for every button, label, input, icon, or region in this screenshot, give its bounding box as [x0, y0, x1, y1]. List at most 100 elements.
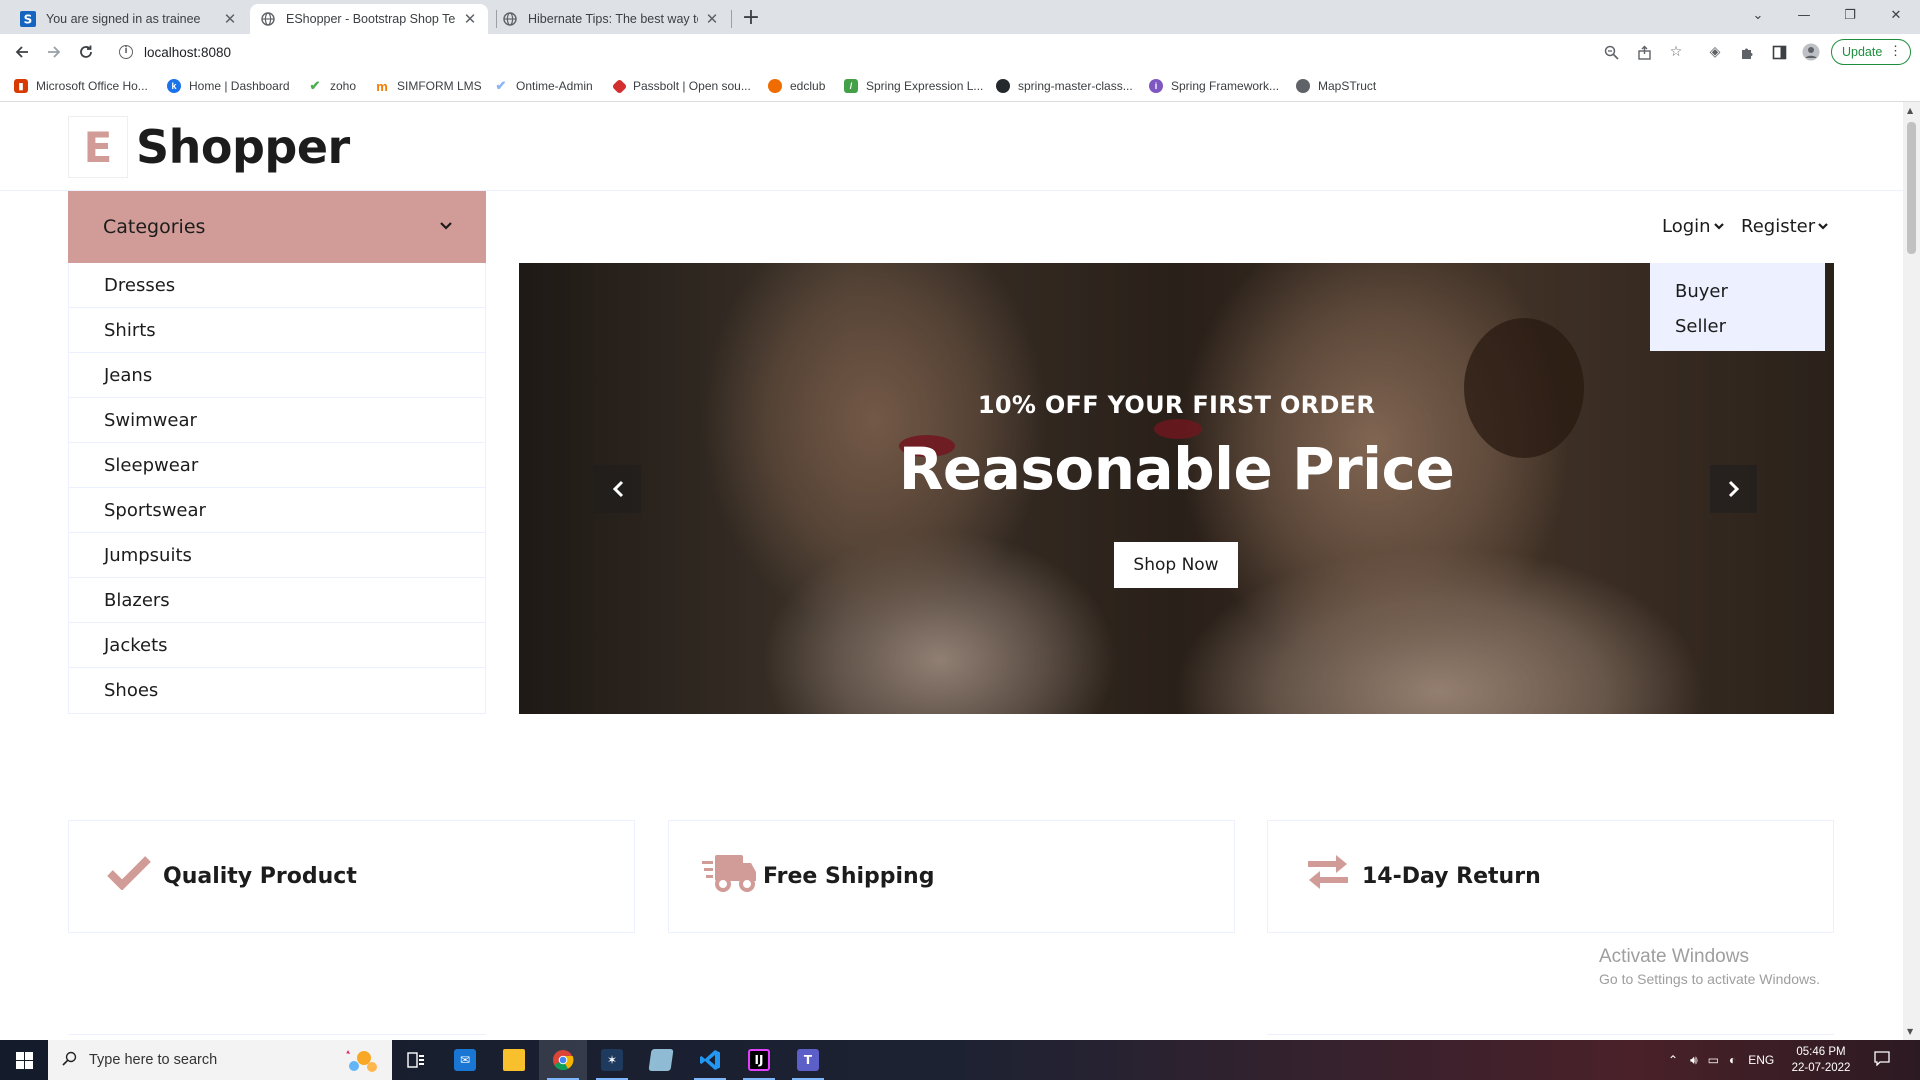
register-buyer-option[interactable]: Buyer — [1650, 277, 1825, 312]
teams-icon[interactable]: T — [784, 1040, 832, 1080]
new-tab-button[interactable]: + — [738, 6, 764, 32]
address-bar[interactable]: i localhost:8080 — [110, 37, 1595, 67]
side-panel-icon[interactable] — [1769, 42, 1789, 62]
category-link[interactable]: Blazers — [69, 578, 485, 623]
activate-windows-watermark: Activate Windows Go to Settings to activ… — [1599, 946, 1820, 987]
bookmark-label: Microsoft Office Ho... — [36, 79, 148, 93]
category-link[interactable]: Sleepwear — [69, 443, 485, 488]
bookmark-item[interactable]: / Spring Expression L... — [844, 77, 983, 95]
page-scrollbar[interactable]: ▲ ▼ — [1903, 102, 1920, 1040]
shop-now-button[interactable]: Shop Now — [1114, 542, 1238, 588]
bookmark-label: MapSTruct — [1318, 79, 1377, 93]
category-link[interactable]: Shirts — [69, 308, 485, 353]
close-window-icon[interactable]: ✕ — [1873, 0, 1919, 30]
tab-search-chevron-icon[interactable]: ⌄ — [1735, 0, 1781, 30]
bookmark-item[interactable]: ✔ zoho — [308, 77, 356, 95]
category-link[interactable]: Jumpsuits — [69, 533, 485, 578]
register-seller-option[interactable]: Seller — [1650, 312, 1825, 347]
share-icon[interactable] — [1634, 42, 1654, 62]
browser-tab[interactable]: S You are signed in as trainee ✕ — [10, 4, 248, 34]
category-link[interactable]: Dresses — [69, 263, 485, 308]
bookmark-label: spring-master-class... — [1018, 79, 1133, 93]
profile-avatar-icon[interactable] — [1801, 42, 1821, 62]
weather-icon[interactable]: ◐ — [1729, 1053, 1736, 1067]
caret-down-icon — [1713, 220, 1724, 233]
forward-arrow-icon[interactable] — [42, 40, 66, 64]
globe-icon — [1296, 79, 1310, 93]
browser-tab-active[interactable]: EShopper - Bootstrap Shop Temp ✕ — [250, 4, 488, 34]
scroll-up-icon[interactable]: ▲ — [1907, 106, 1913, 115]
notepad-icon[interactable] — [637, 1040, 685, 1080]
close-tab-icon[interactable]: ✕ — [462, 10, 478, 28]
restore-icon[interactable]: ❐ — [1827, 0, 1873, 30]
bookmark-item[interactable]: k Home | Dashboard — [167, 77, 290, 95]
categories-toggle[interactable]: Categories — [68, 191, 486, 263]
chevron-down-icon — [440, 219, 452, 233]
globe-icon — [260, 11, 276, 27]
browser-tab[interactable]: Hibernate Tips: The best way to r ✕ — [492, 4, 730, 34]
chrome-icon[interactable] — [539, 1040, 587, 1080]
update-label: Update — [1842, 45, 1883, 59]
scrollbar-thumb[interactable] — [1907, 122, 1916, 254]
toad-app-icon[interactable]: ✶ — [588, 1040, 636, 1080]
hero-subtitle: 10% OFF YOUR FIRST ORDER — [977, 391, 1376, 419]
vscode-icon[interactable] — [686, 1040, 734, 1080]
puzzle-extensions-icon[interactable] — [1737, 42, 1757, 62]
bookmark-item[interactable]: i Spring Framework... — [1149, 77, 1279, 95]
intellij-icon[interactable]: IJ — [735, 1040, 783, 1080]
categories-label: Categories — [103, 216, 206, 238]
category-link[interactable]: Swimwear — [69, 398, 485, 443]
show-hidden-icons-icon[interactable]: ⌃ — [1668, 1053, 1678, 1067]
mail-icon[interactable]: ✉ — [441, 1040, 489, 1080]
category-link[interactable]: Jackets — [69, 623, 485, 668]
close-tab-icon[interactable]: ✕ — [222, 10, 238, 28]
carousel-next-icon[interactable] — [1710, 465, 1757, 513]
file-explorer-icon[interactable] — [490, 1040, 538, 1080]
bookmark-item[interactable]: ▮ Microsoft Office Ho... — [14, 77, 148, 95]
category-link[interactable]: Sportswear — [69, 488, 485, 533]
scroll-down-icon[interactable]: ▼ — [1907, 1027, 1913, 1036]
carousel-prev-icon[interactable] — [594, 465, 641, 513]
tab-title: Hibernate Tips: The best way to r — [528, 12, 698, 26]
register-dropdown[interactable]: Register — [1741, 216, 1828, 237]
minimize-icon[interactable]: — — [1781, 0, 1827, 30]
notification-center-icon[interactable] — [1872, 1050, 1892, 1070]
bookmark-item[interactable]: m SIMFORM LMS — [375, 77, 481, 95]
task-view-icon[interactable] — [392, 1040, 440, 1080]
search-highlight-icon — [342, 1048, 382, 1079]
extension-arrow-icon[interactable]: ◈ — [1705, 42, 1725, 62]
logo-word: Shopper — [136, 120, 350, 174]
volume-icon[interactable]: 🔊︎ — [1690, 1053, 1698, 1068]
windows-start-icon[interactable] — [0, 1040, 48, 1080]
bookmark-item[interactable]: ✔ Ontime-Admin — [494, 77, 593, 95]
login-dropdown[interactable]: Login — [1662, 216, 1724, 237]
bookmark-item[interactable]: MapSTruct — [1296, 77, 1376, 95]
update-button[interactable]: Update ⋮ — [1831, 39, 1911, 65]
tab-title: You are signed in as trainee — [46, 12, 201, 26]
bookmark-item[interactable]: Passbolt | Open sou... — [611, 77, 751, 95]
zoom-icon[interactable] — [1601, 42, 1621, 62]
reload-icon[interactable] — [74, 40, 98, 64]
bookmark-label: zoho — [330, 79, 357, 93]
bookmark-item[interactable]: edclub — [768, 77, 825, 95]
github-icon — [996, 79, 1010, 93]
check-icon — [99, 854, 159, 899]
close-tab-icon[interactable]: ✕ — [704, 10, 720, 28]
windows-taskbar: Type here to search ✉ ✶ IJ T ⌃ 🔊︎ ▭ ◐ EN… — [0, 1040, 1920, 1080]
network-icon[interactable]: ▭ — [1708, 1053, 1719, 1067]
bookmarks-bar: ▮ Microsoft Office Ho... k Home | Dashbo… — [0, 70, 1920, 102]
register-menu: Buyer Seller — [1650, 263, 1825, 351]
back-arrow-icon[interactable] — [10, 40, 34, 64]
more-menu-icon[interactable]: ⋮ — [1889, 43, 1902, 59]
site-logo[interactable]: E Shopper — [68, 116, 350, 178]
bookmark-item[interactable]: spring-master-class... — [996, 77, 1133, 95]
category-link[interactable]: Jeans — [69, 353, 485, 398]
category-link[interactable]: Shoes — [69, 668, 485, 713]
taskbar-clock[interactable]: 05:46 PM 22-07-2022 — [1789, 1044, 1853, 1076]
bookmark-star-icon[interactable]: ☆ — [1666, 42, 1686, 62]
address-url[interactable]: localhost:8080 — [144, 45, 231, 60]
hero-carousel: 10% OFF YOUR FIRST ORDER Reasonable Pric… — [519, 263, 1834, 714]
language-indicator[interactable]: ENG — [1748, 1053, 1774, 1067]
taskbar-search[interactable]: Type here to search — [48, 1040, 392, 1080]
site-info-icon[interactable]: i — [119, 45, 133, 59]
